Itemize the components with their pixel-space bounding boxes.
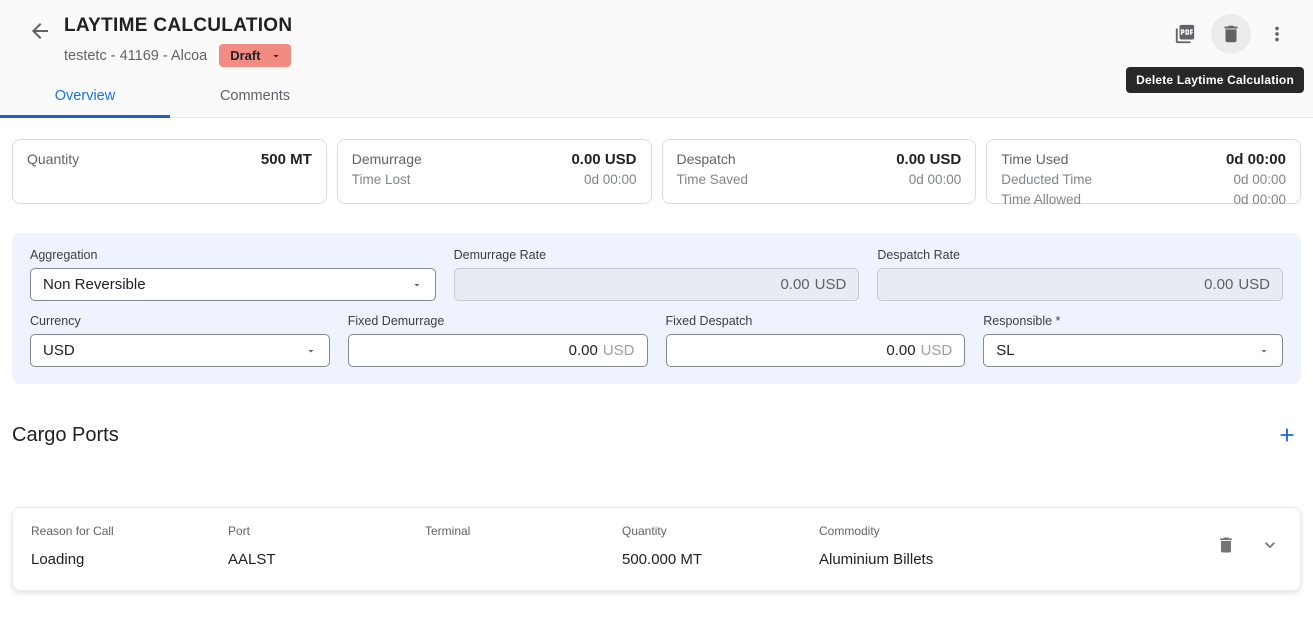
- despatch-rate-value: 0.00: [1204, 276, 1233, 293]
- despatch-rate-currency: USD: [1238, 276, 1270, 293]
- despatch-rate-input: 0.00 USD: [877, 268, 1283, 301]
- quantity-card: Quantity 500 MT: [12, 139, 327, 204]
- demurrage-card: Demurrage 0.00 USD Time Lost 0d 00:00: [337, 139, 652, 204]
- cargo-ports-title: Cargo Ports: [12, 424, 119, 447]
- demurrage-rate-field: Demurrage Rate 0.00 USD: [454, 248, 860, 301]
- reason-for-call-value: Loading: [31, 551, 228, 569]
- port-cell: Port AALST: [228, 524, 425, 569]
- plus-icon: [1276, 424, 1298, 446]
- tab-comments[interactable]: Comments: [170, 77, 340, 118]
- time-lost-value: 0d 00:00: [584, 170, 637, 190]
- currency-value: USD: [43, 342, 75, 359]
- fixed-despatch-label: Fixed Despatch: [666, 314, 966, 328]
- responsible-value: SL: [996, 342, 1014, 359]
- commodity-cell: Commodity Aluminium Billets: [819, 524, 1016, 569]
- status-badge[interactable]: Draft: [219, 44, 290, 67]
- back-button[interactable]: [28, 19, 54, 45]
- more-menu-button[interactable]: [1257, 14, 1297, 54]
- demurrage-rate-currency: USD: [815, 276, 847, 293]
- chevron-down-icon: [270, 50, 282, 62]
- delete-cargo-port-button[interactable]: [1214, 533, 1238, 557]
- dropdown-caret-icon: [1258, 345, 1270, 357]
- demurrage-label: Demurrage: [352, 149, 422, 169]
- time-saved-label: Time Saved: [677, 170, 749, 190]
- aggregation-value: Non Reversible: [43, 276, 146, 293]
- demurrage-rate-value: 0.00: [780, 276, 809, 293]
- breadcrumb-subtitle: testetc - 41169 - Alcoa: [64, 48, 207, 64]
- fixed-demurrage-label: Fixed Demurrage: [348, 314, 648, 328]
- demurrage-rate-label: Demurrage Rate: [454, 248, 860, 262]
- tab-overview[interactable]: Overview: [0, 77, 170, 118]
- chevron-down-icon: [1260, 535, 1280, 555]
- despatch-label: Despatch: [677, 149, 736, 169]
- fixed-despatch-value: 0.00: [886, 342, 915, 359]
- add-cargo-port-button[interactable]: [1273, 421, 1301, 449]
- port-value: AALST: [228, 551, 425, 569]
- despatch-card: Despatch 0.00 USD Time Saved 0d 00:00: [662, 139, 977, 204]
- deducted-time-label: Deducted Time: [1001, 170, 1092, 190]
- terminal-cell: Terminal: [425, 524, 622, 551]
- despatch-rate-label: Despatch Rate: [877, 248, 1283, 262]
- trash-icon: [1220, 23, 1242, 45]
- despatch-value: 0.00 USD: [896, 150, 961, 170]
- fixed-despatch-currency: USD: [921, 342, 953, 359]
- delete-tooltip: Delete Laytime Calculation: [1126, 67, 1304, 93]
- trash-icon: [1216, 535, 1236, 555]
- time-used-card: Time Used 0d 00:00 Deducted Time 0d 00:0…: [986, 139, 1301, 204]
- expand-cargo-port-button[interactable]: [1258, 533, 1282, 557]
- fixed-despatch-input[interactable]: 0.00 USD: [666, 334, 966, 367]
- aggregation-field: Aggregation Non Reversible: [30, 248, 436, 301]
- time-saved-value: 0d 00:00: [909, 170, 962, 190]
- time-allowed-value: 0d 00:00: [1233, 190, 1286, 210]
- dropdown-caret-icon: [411, 279, 423, 291]
- export-pdf-button[interactable]: [1165, 14, 1205, 54]
- deducted-time-value: 0d 00:00: [1233, 170, 1286, 190]
- quantity-value: 500 MT: [261, 150, 312, 170]
- currency-select[interactable]: USD: [30, 334, 330, 367]
- quantity-cell: Quantity 500.000 MT: [622, 524, 819, 569]
- fixed-demurrage-currency: USD: [603, 342, 635, 359]
- currency-label: Currency: [30, 314, 330, 328]
- fixed-despatch-field: Fixed Despatch 0.00 USD: [666, 314, 966, 367]
- aggregation-select[interactable]: Non Reversible: [30, 268, 436, 301]
- commodity-header: Commodity: [819, 524, 1016, 538]
- fixed-demurrage-value: 0.00: [569, 342, 598, 359]
- time-used-value: 0d 00:00: [1226, 150, 1286, 170]
- responsible-label: Responsible *: [983, 314, 1283, 328]
- responsible-select[interactable]: SL: [983, 334, 1283, 367]
- quantity-label: Quantity: [27, 149, 79, 169]
- quantity-cell-value: 500.000 MT: [622, 551, 819, 569]
- demurrage-rate-input: 0.00 USD: [454, 268, 860, 301]
- cargo-port-row: Reason for Call Loading Port AALST Termi…: [12, 507, 1301, 591]
- page-title: LAYTIME CALCULATION: [64, 14, 292, 38]
- time-allowed-label: Time Allowed: [1001, 190, 1081, 210]
- delete-button[interactable]: [1211, 14, 1251, 54]
- page-header: LAYTIME CALCULATION testetc - 41169 - Al…: [0, 0, 1313, 118]
- currency-field: Currency USD: [30, 314, 330, 367]
- fixed-demurrage-input[interactable]: 0.00 USD: [348, 334, 648, 367]
- more-vert-icon: [1266, 23, 1288, 45]
- terminal-header: Terminal: [425, 524, 622, 538]
- commodity-value: Aluminium Billets: [819, 551, 1016, 569]
- laytime-settings-panel: Aggregation Non Reversible Demurrage Rat…: [12, 233, 1301, 384]
- dropdown-caret-icon: [305, 345, 317, 357]
- aggregation-label: Aggregation: [30, 248, 436, 262]
- summary-cards: Quantity 500 MT Demurrage 0.00 USD Time …: [12, 139, 1301, 204]
- time-used-label: Time Used: [1001, 149, 1068, 169]
- time-lost-label: Time Lost: [352, 170, 411, 190]
- pdf-icon: [1174, 23, 1196, 45]
- reason-for-call-header: Reason for Call: [31, 524, 228, 538]
- arrow-back-icon: [28, 19, 52, 43]
- status-badge-label: Draft: [230, 48, 260, 63]
- port-header: Port: [228, 524, 425, 538]
- fixed-demurrage-field: Fixed Demurrage 0.00 USD: [348, 314, 648, 367]
- responsible-field: Responsible * SL: [983, 314, 1283, 367]
- reason-for-call-cell: Reason for Call Loading: [31, 524, 228, 569]
- tab-bar: Overview Comments: [0, 77, 340, 118]
- despatch-rate-field: Despatch Rate 0.00 USD: [877, 248, 1283, 301]
- quantity-header: Quantity: [622, 524, 819, 538]
- demurrage-value: 0.00 USD: [571, 150, 636, 170]
